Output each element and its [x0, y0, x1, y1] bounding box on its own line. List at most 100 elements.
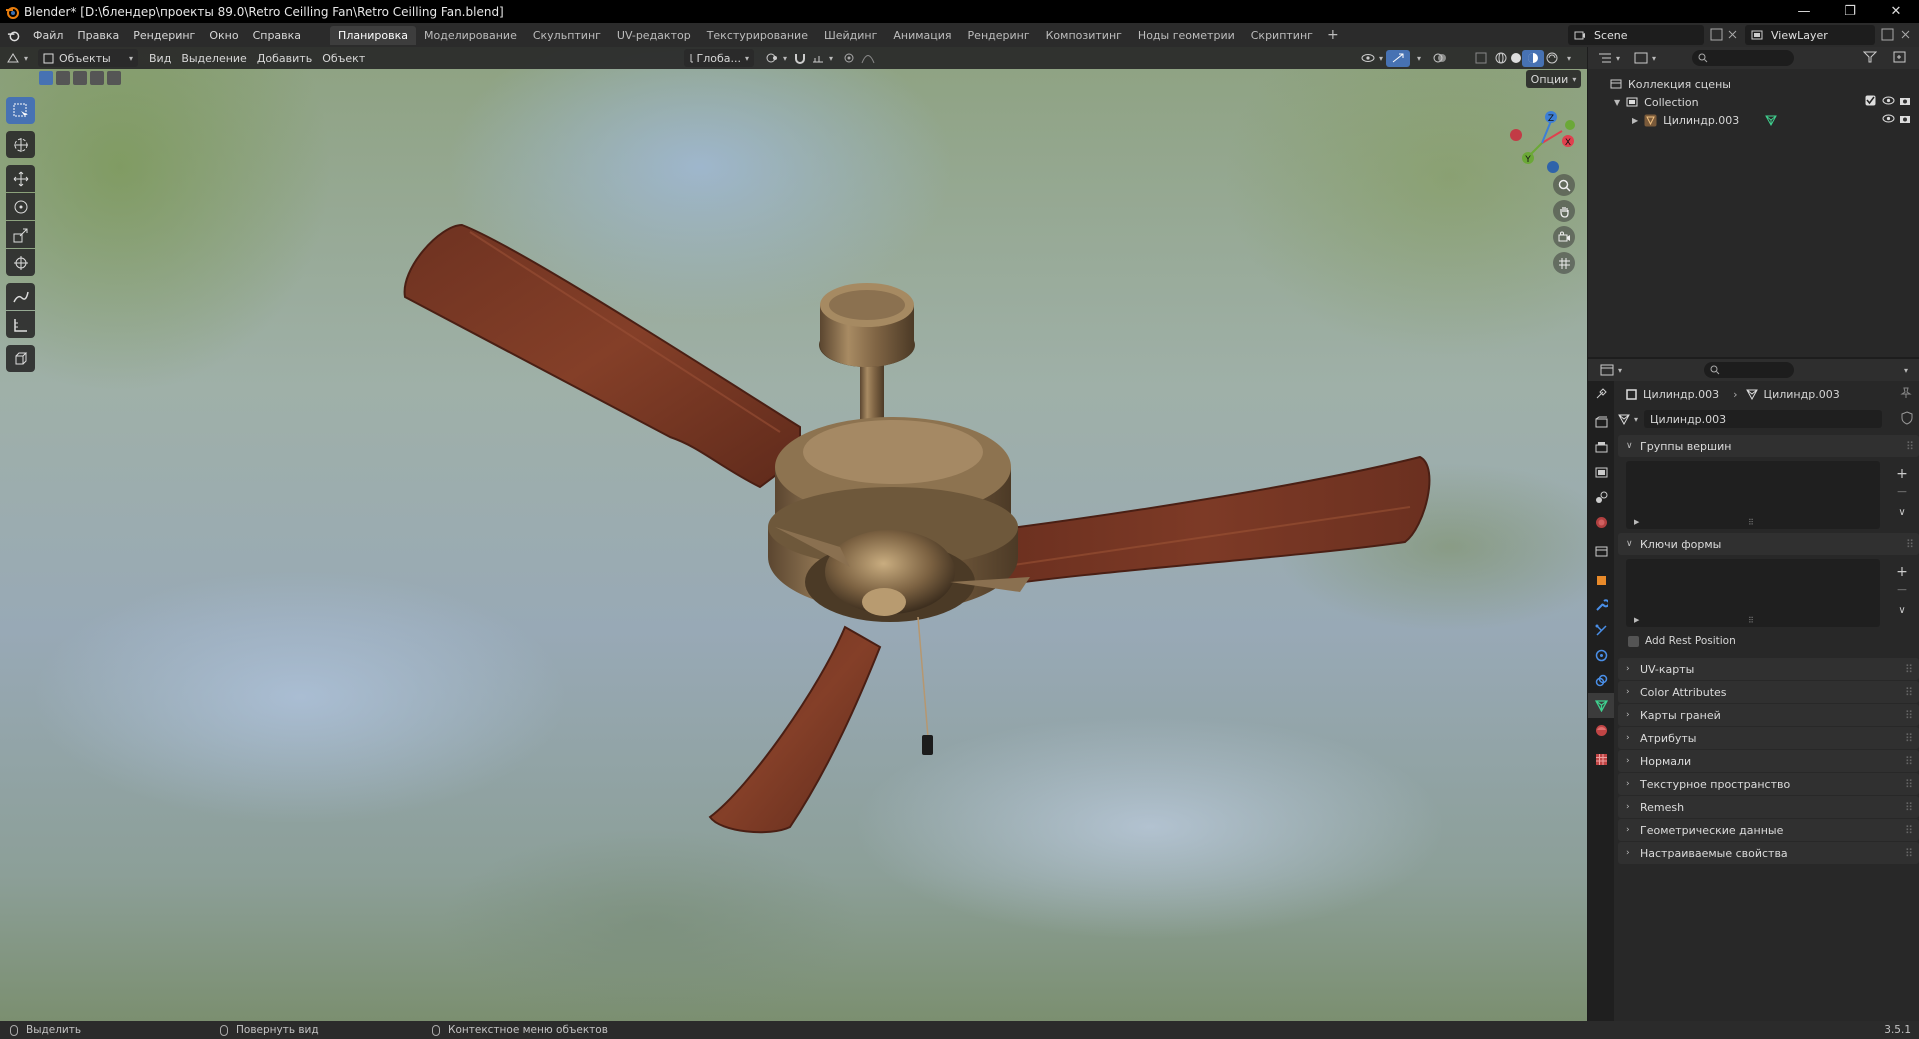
menu-help[interactable]: Справка	[246, 29, 308, 42]
tab-modeling[interactable]: Моделирование	[416, 26, 525, 45]
tool-scale[interactable]	[6, 221, 35, 248]
tab-texture[interactable]	[1588, 747, 1614, 772]
visibility-select[interactable]: ▾	[1356, 49, 1388, 67]
tool-annotate[interactable]	[6, 283, 35, 310]
tab-tool[interactable]	[1588, 381, 1614, 406]
tab-output[interactable]	[1588, 435, 1614, 460]
menu-view[interactable]: Вид	[144, 49, 176, 67]
list-resize-handle-icon[interactable]: ⠿	[1748, 518, 1754, 527]
delete-view-layer-icon[interactable]	[1899, 28, 1912, 44]
transform-orientation-select[interactable]: Глоба... ▾	[684, 49, 754, 67]
fake-user-button[interactable]	[1900, 411, 1914, 428]
tool-select-box[interactable]	[6, 97, 35, 124]
tab-animation[interactable]: Анимация	[885, 26, 959, 45]
zoom-view-button[interactable]	[1553, 174, 1575, 196]
snap-target-select[interactable]: ▾	[806, 49, 838, 67]
minimize-button[interactable]: —	[1781, 0, 1827, 23]
drag-handle-icon[interactable]: ⠿	[1905, 801, 1913, 814]
panel-normals[interactable]: › Нормали ⠿	[1618, 750, 1919, 772]
select-mode-intersect-icon[interactable]	[107, 71, 121, 85]
gizmo-options-button[interactable]: ▾	[1408, 49, 1426, 67]
add-rest-position-checkbox[interactable]	[1628, 635, 1639, 647]
tab-shading[interactable]: Шейдинг	[816, 26, 885, 45]
new-scene-icon[interactable]	[1710, 28, 1723, 44]
panel-uv-maps[interactable]: › UV-карты ⠿	[1618, 658, 1919, 680]
shape-keys-list[interactable]: ▶ ⠿	[1626, 559, 1880, 627]
list-expand-icon[interactable]: ▶	[1634, 616, 1639, 624]
tab-object[interactable]	[1588, 568, 1614, 593]
drag-handle-icon[interactable]: ⠿	[1905, 686, 1913, 699]
pan-view-button[interactable]	[1553, 200, 1575, 222]
add-rest-position-row[interactable]: Add Rest Position	[1618, 631, 1919, 651]
exclude-checkbox[interactable]	[1865, 95, 1876, 109]
expand-arrow-icon[interactable]: ▶	[1632, 116, 1638, 125]
menu-edit[interactable]: Правка	[70, 29, 126, 42]
outliner-editor-type[interactable]: ▾	[1598, 52, 1620, 64]
new-collection-button[interactable]	[1893, 51, 1907, 66]
add-shape-key-button[interactable]: +	[1893, 563, 1911, 581]
neg-x-axis-icon[interactable]	[1510, 129, 1522, 141]
tab-uv-editing[interactable]: UV-редактор	[609, 26, 699, 45]
list-expand-icon[interactable]: ▶	[1634, 518, 1639, 526]
editor-type-button[interactable]: ▾	[0, 49, 34, 67]
overlays-toggle[interactable]	[1428, 49, 1452, 67]
properties-options-button[interactable]: ▾	[1900, 363, 1908, 376]
tab-view-layer[interactable]	[1588, 460, 1614, 485]
drag-handle-icon[interactable]: ⠿	[1906, 440, 1914, 453]
expand-arrow-icon[interactable]: ▼	[1614, 98, 1620, 107]
tab-compositing[interactable]: Композитинг	[1038, 26, 1130, 45]
panel-custom-properties[interactable]: › Настраиваемые свойства ⠿	[1618, 842, 1919, 864]
list-resize-handle-icon[interactable]: ⠿	[1748, 616, 1754, 625]
collection-visibility-toggle[interactable]	[1882, 95, 1895, 109]
new-view-layer-icon[interactable]	[1881, 28, 1894, 44]
collection-render-toggle[interactable]	[1899, 95, 1911, 109]
tab-world[interactable]	[1588, 510, 1614, 535]
object-render-toggle[interactable]	[1899, 113, 1911, 127]
display-mode-select[interactable]: ▾	[1634, 52, 1656, 64]
vertex-groups-list[interactable]: ▶ ⠿	[1626, 461, 1880, 529]
panel-attributes[interactable]: › Атрибуты ⠿	[1618, 727, 1919, 749]
proportional-falloff-select[interactable]	[856, 49, 880, 67]
select-mode-new-icon[interactable]	[39, 71, 53, 85]
drag-handle-icon[interactable]: ⠿	[1905, 755, 1913, 768]
tab-material[interactable]	[1588, 718, 1614, 743]
panel-shape-keys[interactable]: ∨ Ключи формы ⠿	[1618, 533, 1919, 555]
add-vertex-group-button[interactable]: +	[1893, 465, 1911, 483]
filter-button[interactable]	[1862, 51, 1878, 66]
tool-move[interactable]	[6, 165, 35, 192]
tool-rotate[interactable]	[6, 193, 35, 220]
scene-selector[interactable]: Scene	[1568, 25, 1704, 45]
shape-key-specials-button[interactable]: ∨	[1893, 601, 1911, 619]
drag-handle-icon[interactable]: ⠿	[1906, 538, 1914, 551]
maximize-button[interactable]: ❐	[1827, 0, 1873, 23]
blender-menu-button[interactable]	[0, 29, 26, 42]
neg-z-axis-icon[interactable]	[1547, 161, 1559, 173]
tab-sculpting[interactable]: Скульптинг	[525, 26, 609, 45]
navigation-gizmo[interactable]: X Z Y	[1502, 103, 1582, 183]
menu-render[interactable]: Рендеринг	[126, 29, 202, 42]
menu-file[interactable]: Файл	[26, 29, 70, 42]
mesh-data-icon[interactable]	[1765, 114, 1778, 126]
outliner-row-object[interactable]: ▶ Цилиндр.003	[1588, 111, 1919, 129]
mesh-browse-button[interactable]: ▾	[1618, 413, 1638, 425]
shading-options-button[interactable]: ▾	[1558, 49, 1576, 67]
vertex-group-specials-button[interactable]: ∨	[1893, 503, 1911, 521]
options-dropdown[interactable]: Опции ▾	[1526, 70, 1581, 88]
tab-texture-paint[interactable]: Текстурирование	[699, 26, 816, 45]
tool-transform[interactable]	[6, 249, 35, 276]
ortho-toggle-button[interactable]	[1553, 252, 1575, 274]
tab-physics[interactable]	[1588, 643, 1614, 668]
panel-remesh[interactable]: › Remesh ⠿	[1618, 796, 1919, 818]
tool-measure[interactable]	[6, 311, 35, 338]
select-mode-invert-icon[interactable]	[90, 71, 104, 85]
tab-render[interactable]	[1588, 410, 1614, 435]
drag-handle-icon[interactable]: ⠿	[1905, 778, 1913, 791]
drag-handle-icon[interactable]: ⠿	[1905, 824, 1913, 837]
tab-modifiers[interactable]	[1588, 593, 1614, 618]
gizmo-toggle[interactable]	[1386, 49, 1410, 67]
tab-collection[interactable]	[1588, 539, 1614, 564]
tab-scene[interactable]	[1588, 485, 1614, 510]
tab-scripting[interactable]: Скриптинг	[1243, 26, 1321, 45]
menu-object[interactable]: Объект	[317, 49, 370, 67]
outliner-search-input[interactable]	[1692, 50, 1794, 66]
